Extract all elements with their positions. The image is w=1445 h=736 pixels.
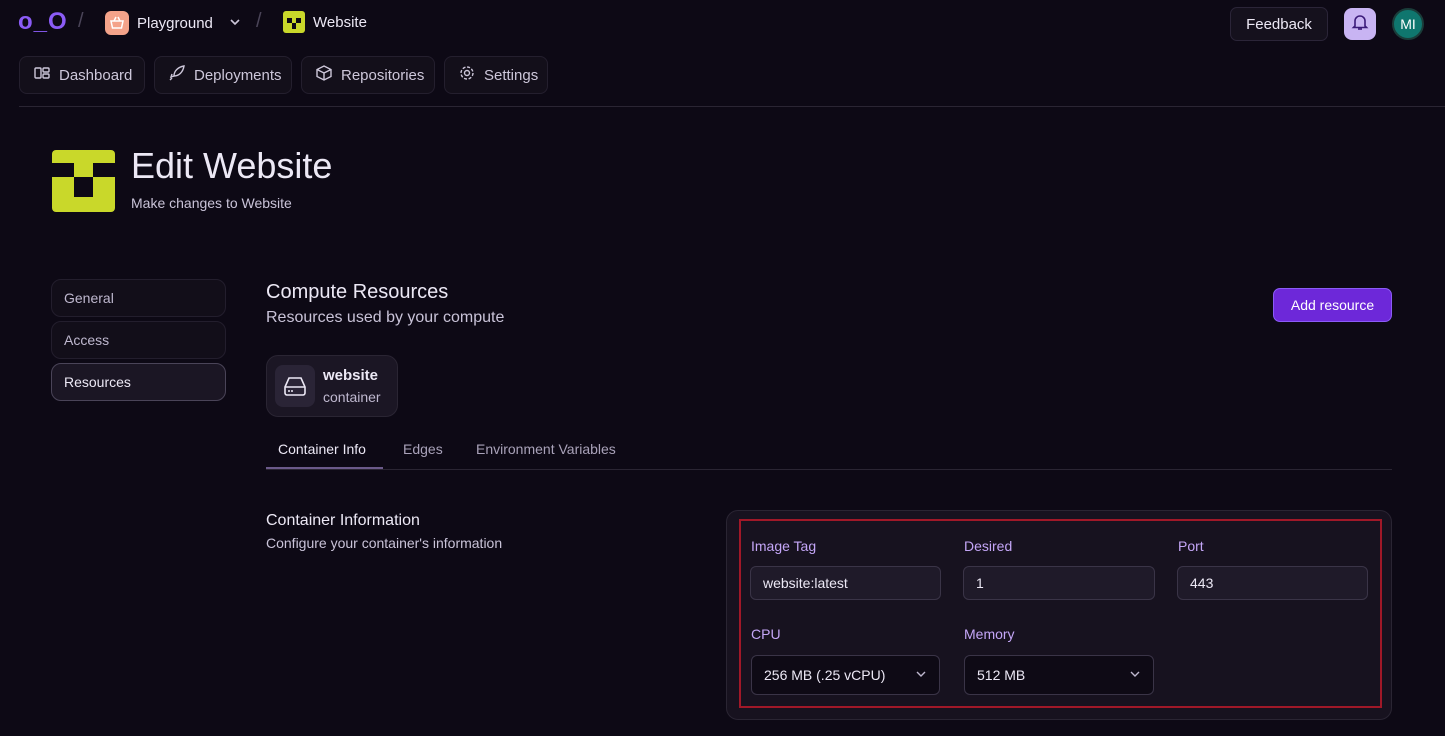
nav-repositories[interactable]: Repositories [301, 56, 435, 94]
chevron-down-icon [229, 15, 241, 32]
page-title: Edit Website [131, 145, 333, 186]
breadcrumb-separator: / [256, 10, 262, 32]
sidebar-item-access[interactable]: Access [51, 321, 226, 359]
hard-drive-icon [275, 365, 315, 407]
chevron-down-icon [915, 668, 927, 683]
container-info-subtitle: Configure your container's information [266, 535, 503, 551]
avatar[interactable]: MI [1392, 8, 1424, 40]
nav-repositories-label: Repositories [341, 66, 425, 84]
nav-settings[interactable]: Settings [444, 56, 548, 94]
memory-select-value: 512 MB [977, 667, 1026, 683]
port-input[interactable]: 443 [1177, 566, 1368, 600]
header-divider [19, 106, 1445, 107]
basket-icon [105, 11, 129, 35]
resource-type: container [323, 389, 381, 405]
tab-container-info[interactable]: Container Info [278, 441, 366, 457]
page-subtitle: Make changes to Website [131, 195, 292, 211]
feedback-button[interactable]: Feedback [1230, 7, 1328, 41]
sidebar-item-general[interactable]: General [51, 279, 226, 317]
chevron-down-icon [1129, 668, 1141, 683]
main-nav: Dashboard Deployments Repositories Setti… [19, 56, 548, 94]
cpu-label: CPU [751, 626, 781, 642]
team-name: Playground [137, 14, 213, 32]
desired-input[interactable]: 1 [963, 566, 1155, 600]
resource-name: website [323, 367, 379, 384]
project-logo-icon [283, 11, 305, 33]
nav-dashboard[interactable]: Dashboard [19, 56, 145, 94]
desired-label: Desired [964, 538, 1013, 554]
container-info-title: Container Information [266, 512, 420, 529]
cpu-select[interactable]: 256 MB (.25 vCPU) [751, 655, 940, 695]
memory-select[interactable]: 512 MB [964, 655, 1154, 695]
project-crumb[interactable]: Website [283, 11, 367, 33]
dashboard-icon [33, 64, 51, 86]
app-logo[interactable]: o_O [18, 8, 68, 36]
sidebar-item-resources[interactable]: Resources [51, 363, 226, 401]
rocket-icon [168, 64, 186, 86]
nav-deployments-label: Deployments [194, 66, 282, 84]
port-label: Port [1178, 538, 1204, 554]
tabs-divider [266, 469, 1392, 470]
add-resource-button[interactable]: Add resource [1273, 288, 1392, 322]
bell-icon [1351, 13, 1369, 36]
team-switcher[interactable]: Playground [105, 11, 241, 35]
tab-edges[interactable]: Edges [403, 441, 443, 457]
section-title: Compute Resources [266, 281, 449, 303]
project-logo-icon [52, 150, 115, 212]
gear-icon [458, 64, 476, 86]
nav-deployments[interactable]: Deployments [154, 56, 292, 94]
tab-environment-variables[interactable]: Environment Variables [476, 441, 616, 457]
notifications-button[interactable] [1344, 8, 1376, 40]
nav-settings-label: Settings [484, 66, 539, 84]
image-tag-input[interactable]: website:latest [750, 566, 941, 600]
breadcrumb-separator: / [78, 10, 84, 32]
cpu-select-value: 256 MB (.25 vCPU) [764, 667, 886, 683]
nav-dashboard-label: Dashboard [59, 66, 133, 84]
project-name: Website [313, 13, 367, 31]
memory-label: Memory [964, 626, 1015, 642]
box-icon [315, 64, 333, 86]
active-tab-indicator [266, 467, 383, 469]
section-subtitle: Resources used by your compute [266, 309, 505, 326]
image-tag-label: Image Tag [751, 538, 817, 554]
